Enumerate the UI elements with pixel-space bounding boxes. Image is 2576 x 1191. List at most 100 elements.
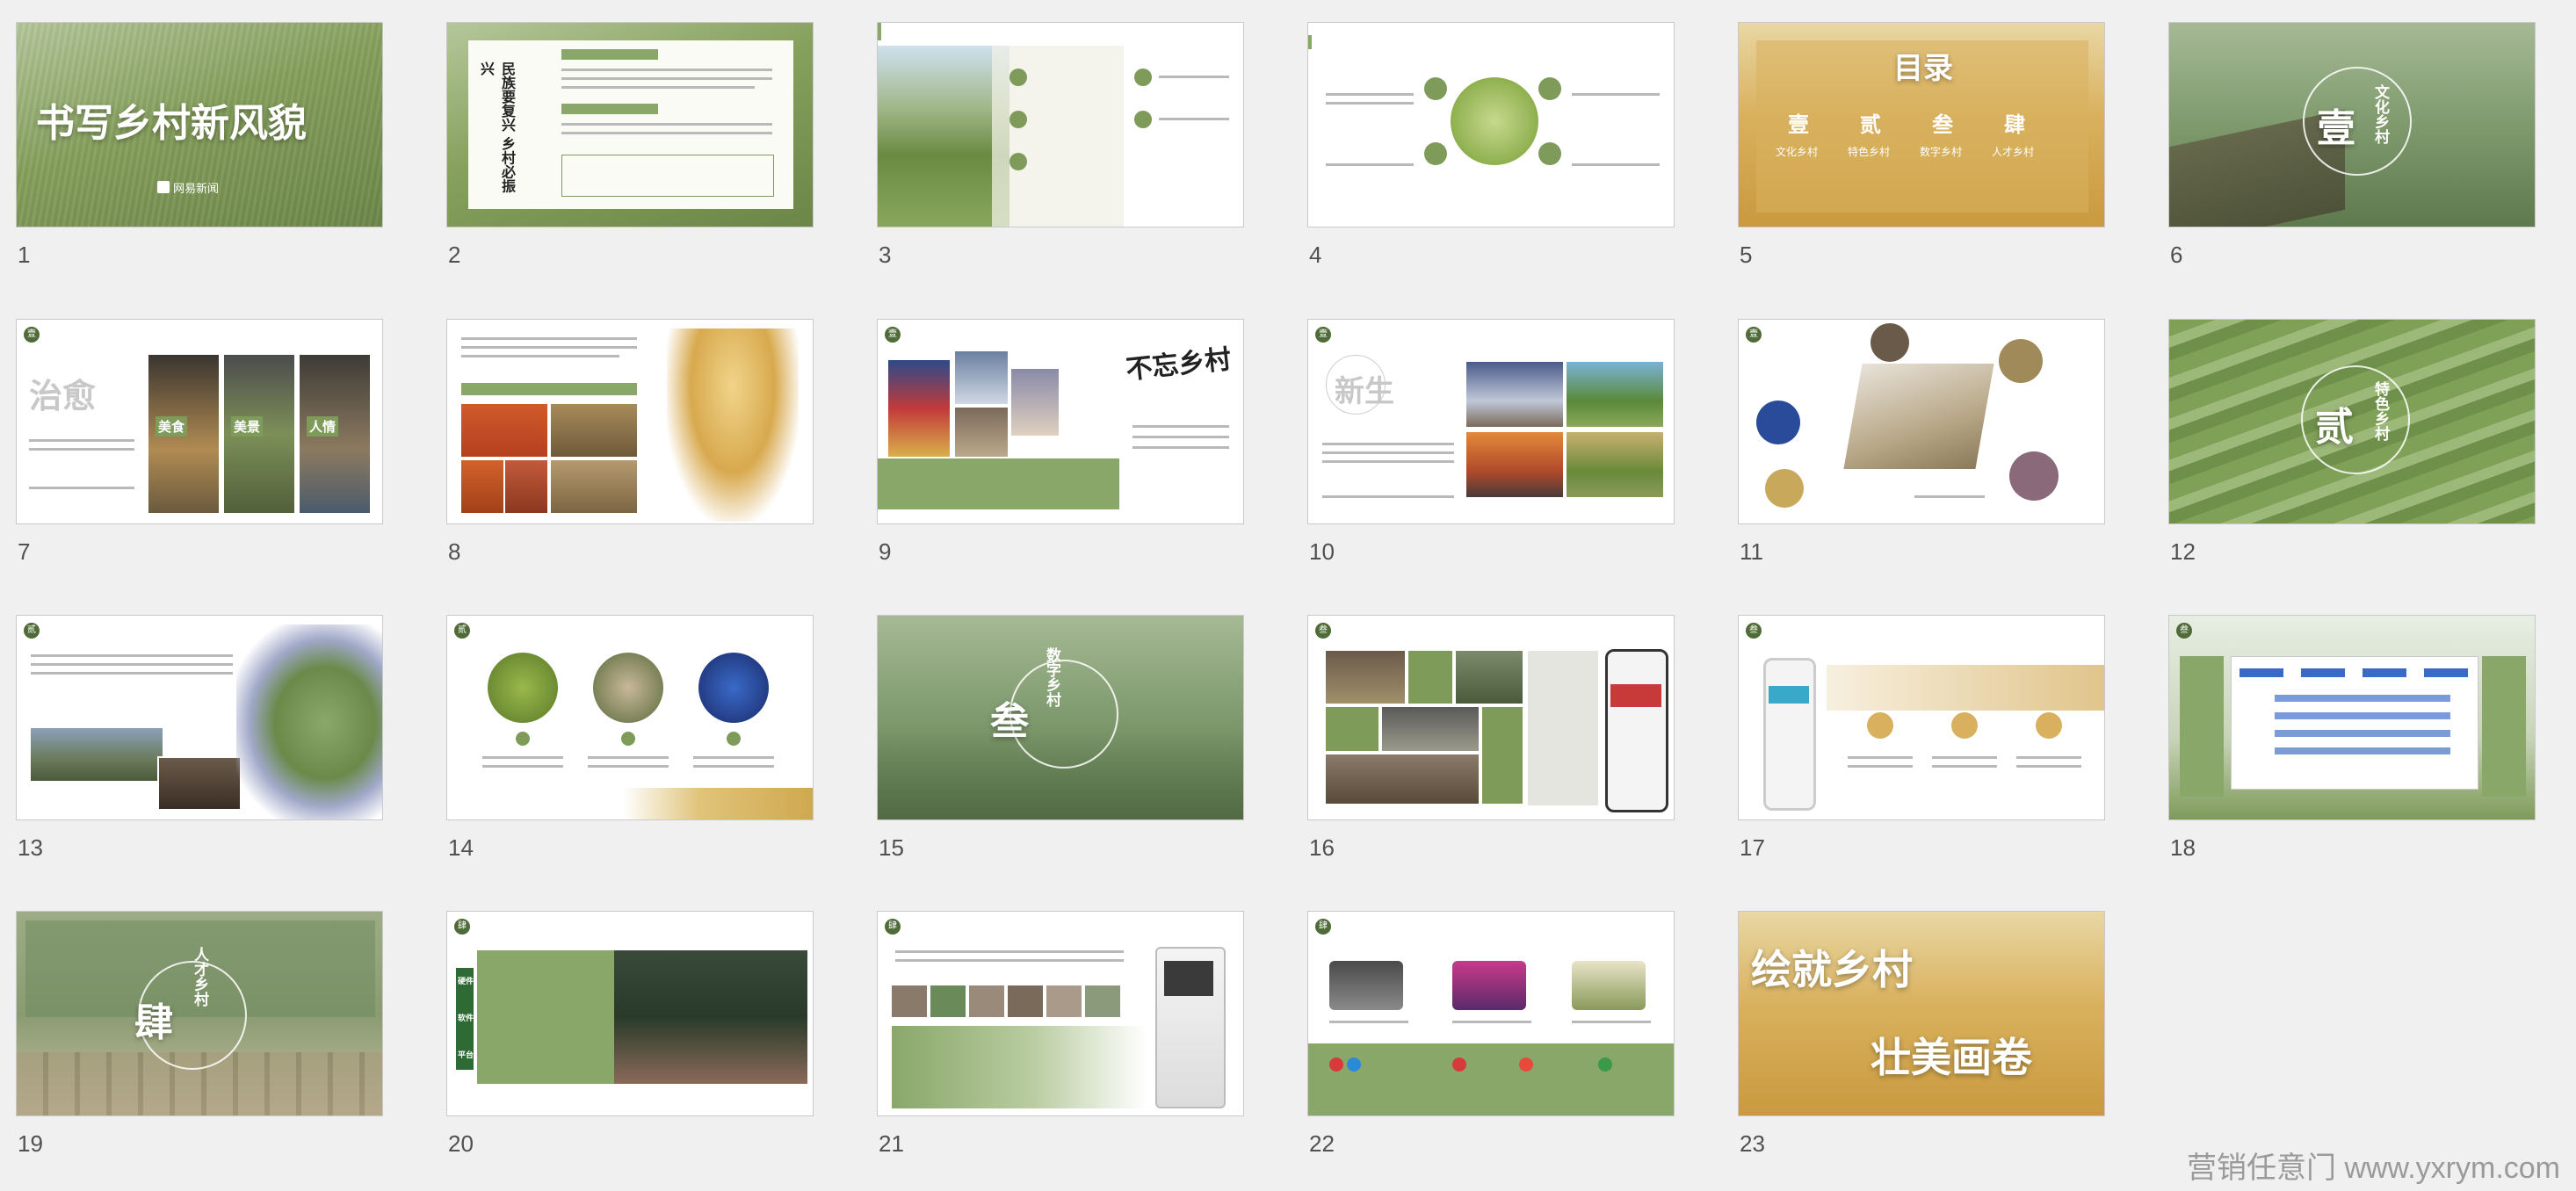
slide-6-thumbnail[interactable]: 壹 文化乡村 (2168, 22, 2536, 227)
section-seal: 叁 (1315, 623, 1331, 639)
chapter-numeral: 肆 (2004, 112, 2025, 137)
slide-number: 18 (2170, 834, 2196, 861)
round-photo (2009, 451, 2059, 501)
slide-2-thumbnail[interactable]: 民族要复兴 乡村必振兴 (446, 22, 814, 227)
slide-3-cell[interactable]: 3 (877, 22, 1246, 285)
photo-label: 人情 (307, 416, 339, 437)
slide-12-thumbnail[interactable]: 贰 特色乡村 (2168, 319, 2536, 524)
icon-circle (1538, 142, 1561, 165)
slide-19-thumbnail[interactable]: 肆 人才乡村 (16, 911, 383, 1116)
slide-17-thumbnail[interactable]: 叁 (1738, 615, 2105, 820)
photo-label: 美食 (156, 416, 188, 437)
slide-number: 14 (448, 834, 474, 861)
chapter-title: 文化乡村 (2371, 84, 2389, 144)
text-line (2016, 765, 2081, 768)
slide-20-cell[interactable]: 肆 硬件 软件 平台 20 (446, 911, 815, 1174)
slide-2-title: 民族要复兴 乡村必振兴 (478, 61, 516, 193)
green-side-panel (2180, 656, 2224, 797)
flow-node (2240, 668, 2283, 677)
slide-15-cell[interactable]: 叁 数字乡村 15 (877, 615, 1246, 878)
green-tag (561, 104, 658, 114)
icon-circle (1951, 712, 1978, 739)
app-icon (1519, 1057, 1533, 1072)
slide-8-thumbnail[interactable] (446, 319, 814, 524)
slide-22-thumbnail[interactable]: 肆 (1307, 911, 1675, 1116)
slide-1-thumbnail[interactable]: 书写乡村新风貌 网易新闻 (16, 22, 383, 227)
slide-22-cell[interactable]: 肆 22 (1307, 911, 1676, 1174)
icon-circle (1424, 77, 1447, 100)
slide-20-thumbnail[interactable]: 肆 硬件 软件 平台 (446, 911, 814, 1116)
slide-11-thumbnail[interactable]: 壹 (1738, 319, 2105, 524)
section-seal: 肆 (1315, 919, 1331, 935)
slide-7-thumbnail[interactable]: 壹 治愈 美食 美景 人情 (16, 319, 383, 524)
round-photo (1756, 401, 1800, 444)
slide-11-cell[interactable]: 壹 11 (1738, 319, 2107, 582)
slide-18-thumbnail[interactable]: 叁 (2168, 615, 2536, 820)
slide-9-thumbnail[interactable]: 壹 不忘乡村 (877, 319, 1244, 524)
slide-number: 11 (1740, 538, 1763, 565)
slide-21-cell[interactable]: 肆 21 (877, 911, 1246, 1174)
quote-box (561, 155, 774, 197)
slide-sorter-grid: 书写乡村新风貌 网易新闻 1 民族要复兴 乡村必振兴 2 3 4 目录 壹 贰 … (0, 0, 2576, 1191)
big-text: 治愈 (29, 376, 97, 415)
text-line (29, 439, 134, 442)
slide-10-thumbnail[interactable]: 壹 新生 (1307, 319, 1675, 524)
slide-9-cell[interactable]: 壹 不忘乡村 9 (877, 319, 1246, 582)
slide-13-thumbnail[interactable]: 贰 (16, 615, 383, 820)
kiosk-screen (1164, 961, 1213, 996)
flow-node (2275, 695, 2450, 702)
slide-1-cell[interactable]: 书写乡村新风貌 网易新闻 1 (16, 22, 385, 285)
thumb-photo (930, 985, 966, 1017)
slide-number: 16 (1309, 834, 1335, 861)
app-icon (1452, 1057, 1466, 1072)
slide-5-cell[interactable]: 目录 壹 贰 叁 肆 文化乡村 特色乡村 数字乡村 人才乡村 5 (1738, 22, 2107, 285)
slide-8-cell[interactable]: 8 (446, 319, 815, 582)
slide-23-cell[interactable]: 绘就乡村 壮美画卷 23 (1738, 911, 2107, 1174)
slide-2-cell[interactable]: 民族要复兴 乡村必振兴 2 (446, 22, 815, 285)
news-logo-icon (157, 181, 170, 193)
slide-23-thumbnail[interactable]: 绘就乡村 壮美画卷 (1738, 911, 2105, 1116)
chapter-name: 特色乡村 (1848, 146, 1891, 158)
section-seal: 壹 (885, 327, 901, 343)
slide-16-cell[interactable]: 叁 16 (1307, 615, 1676, 878)
round-photo (593, 653, 663, 723)
slide-4-thumbnail[interactable] (1307, 22, 1675, 227)
slide-7-cell[interactable]: 壹 治愈 美食 美景 人情 7 (16, 319, 385, 582)
text-panel (1528, 651, 1598, 805)
slide-3-thumbnail[interactable] (877, 22, 1244, 227)
harvest-photo (551, 460, 637, 513)
slide-15-thumbnail[interactable]: 叁 数字乡村 (877, 615, 1244, 820)
slide-6-cell[interactable]: 壹 文化乡村 6 (2168, 22, 2537, 285)
slide-21-thumbnail[interactable]: 肆 (877, 911, 1244, 1116)
text-line (1326, 163, 1414, 166)
text-line (1322, 495, 1454, 498)
text-line (561, 132, 772, 134)
slide-13-cell[interactable]: 贰 13 (16, 615, 385, 878)
chapter-title: 数字乡村 (1043, 647, 1060, 707)
slide-10-cell[interactable]: 壹 新生 10 (1307, 319, 1676, 582)
round-photo (698, 653, 769, 723)
slide-12-cell[interactable]: 贰 特色乡村 12 (2168, 319, 2537, 582)
slide-19-cell[interactable]: 肆 人才乡村 19 (16, 911, 385, 1174)
slide-5-thumbnail[interactable]: 目录 壹 贰 叁 肆 文化乡村 特色乡村 数字乡村 人才乡村 (1738, 22, 2105, 227)
slide-number: 5 (1740, 242, 1753, 268)
slide-16-thumbnail[interactable]: 叁 (1307, 615, 1675, 820)
icon-dot (621, 732, 635, 746)
slide-4-cell[interactable]: 4 (1307, 22, 1676, 285)
text-line (1932, 765, 1997, 768)
slide-14-cell[interactable]: 贰 14 (446, 615, 815, 878)
slide-18-cell[interactable]: 叁 18 (2168, 615, 2537, 878)
flow-node (2424, 668, 2468, 677)
section-seal: 壹 (1315, 327, 1331, 343)
text-line (1326, 102, 1414, 105)
slide-14-thumbnail[interactable]: 贰 (446, 615, 814, 820)
harvest-photo (461, 460, 503, 513)
round-photo (1999, 339, 2043, 383)
slide-number: 15 (879, 834, 904, 861)
flow-node (2275, 747, 2450, 754)
slide-17-cell[interactable]: 叁 17 (1738, 615, 2107, 878)
slide-number: 21 (879, 1130, 904, 1157)
text-line (588, 765, 669, 768)
village-photo (1382, 707, 1479, 751)
text-line (693, 756, 774, 759)
